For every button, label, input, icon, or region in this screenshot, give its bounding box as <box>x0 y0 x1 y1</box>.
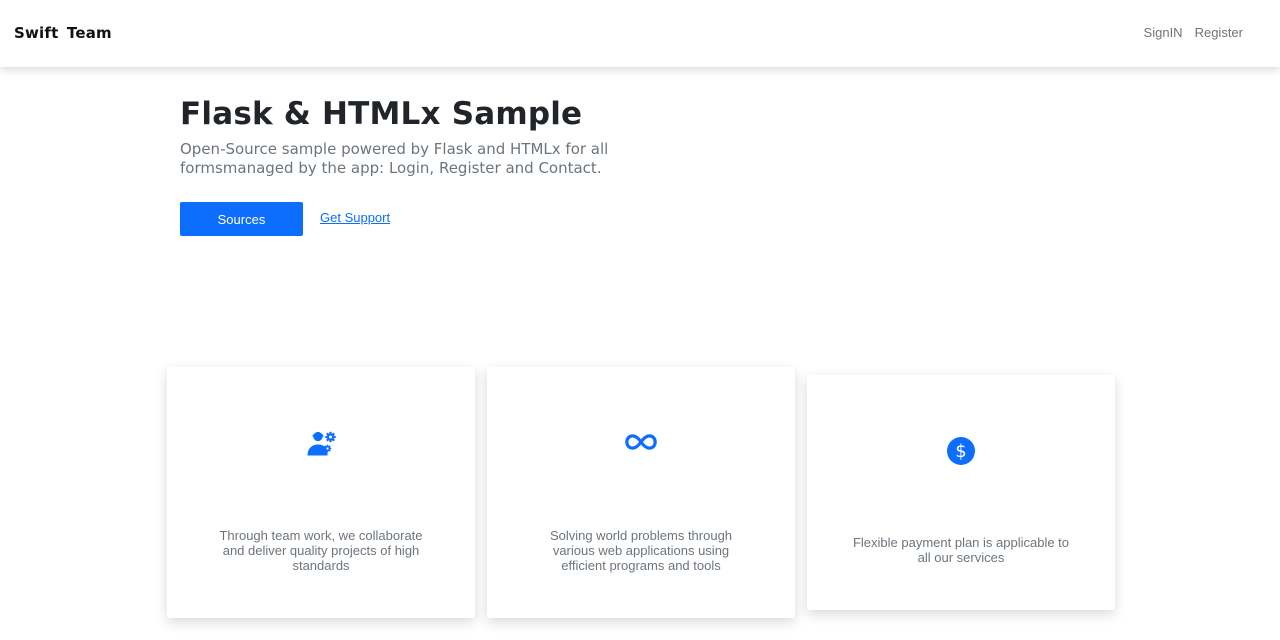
team-gear-icon <box>304 427 338 461</box>
feature-card-payment: $ Flexible payment plan is applicable to… <box>807 375 1115 610</box>
nav-link-register[interactable]: Register <box>1195 25 1243 40</box>
feature-card-solutions: Solving world problems through various w… <box>487 367 795 618</box>
feature-card-text: Flexible payment plan is applicable to a… <box>852 535 1070 565</box>
feature-card-teamwork: Through team work, we collaborate and de… <box>167 367 475 618</box>
nav-links: SignIN Register <box>1144 25 1243 40</box>
hero-subtitle: Open-Source sample powered by Flask and … <box>180 140 609 177</box>
nav-link-signin[interactable]: SignIN <box>1144 25 1183 40</box>
page-title: Flask & HTMLx Sample <box>180 96 583 132</box>
infinity-icon <box>624 429 658 455</box>
hero-actions: Sources Get Support <box>180 202 620 236</box>
get-support-link[interactable]: Get Support <box>320 210 390 225</box>
feature-card-text: Solving world problems through various w… <box>549 528 733 573</box>
svg-text:$: $ <box>955 441 966 462</box>
sources-button[interactable]: Sources <box>180 202 303 236</box>
hero-section: Flask & HTMLx Sample Open-Source sample … <box>180 96 620 236</box>
dollar-coin-icon: $ <box>946 436 976 466</box>
brand-logo[interactable]: Swift Team <box>14 24 112 42</box>
navbar: Swift Team SignIN Register <box>0 0 1280 67</box>
feature-card-text: Through team work, we collaborate and de… <box>219 528 423 573</box>
